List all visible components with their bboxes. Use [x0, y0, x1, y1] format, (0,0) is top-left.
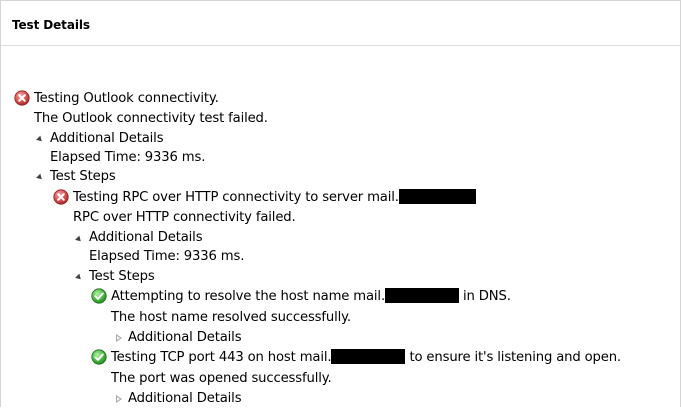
collapsed-triangle-icon[interactable]	[116, 334, 122, 342]
root-elapsed-time: Elapsed Time: 9336 ms.	[50, 150, 206, 165]
redacted-server-name	[398, 189, 476, 204]
dns-additional-details[interactable]: Additional Details	[128, 328, 242, 348]
tcp-step-title: Testing TCP port 443 on host mail. to en…	[111, 348, 621, 368]
panel-title: Test Details	[12, 18, 90, 32]
dns-title-suffix: in DNS.	[459, 289, 511, 304]
expanded-triangle-icon[interactable]	[75, 235, 83, 244]
rpc-test-steps[interactable]: Test Steps	[89, 267, 155, 287]
dns-step-title: Attempting to resolve the host name mail…	[111, 287, 511, 307]
root-test-steps[interactable]: Test Steps	[50, 167, 116, 187]
dns-title-prefix: Attempting to resolve the host name mail…	[111, 289, 385, 304]
expanded-triangle-icon[interactable]	[75, 273, 83, 282]
dns-step-message: The host name resolved successfully.	[111, 310, 351, 325]
root-test-message: The Outlook connectivity test failed.	[34, 111, 268, 126]
success-check-icon	[91, 288, 107, 304]
collapsed-triangle-icon[interactable]	[116, 395, 122, 403]
error-x-icon	[14, 90, 30, 106]
rpc-title-text: Testing RPC over HTTP connectivity to se…	[73, 190, 399, 205]
tcp-additional-details[interactable]: Additional Details	[128, 389, 242, 407]
tcp-title-suffix: to ensure it's listening and open.	[405, 350, 621, 365]
rpc-test-message: RPC over HTTP connectivity failed.	[73, 210, 296, 225]
panel-header: Test Details	[1, 1, 680, 46]
redacted-host-name	[331, 349, 406, 364]
expanded-triangle-icon[interactable]	[36, 135, 44, 144]
success-check-icon	[91, 349, 107, 365]
tcp-step-message: The port was opened successfully.	[111, 371, 332, 386]
root-test-title: Testing Outlook connectivity.	[34, 91, 219, 106]
rpc-elapsed-time: Elapsed Time: 9336 ms.	[89, 249, 245, 264]
tcp-title-prefix: Testing TCP port 443 on host mail.	[111, 350, 332, 365]
test-details-panel: Test Details Testing Outlook connectivit…	[0, 0, 681, 407]
rpc-test-title: Testing RPC over HTTP connectivity to se…	[73, 188, 476, 208]
root-additional-details[interactable]: Additional Details	[50, 129, 164, 149]
redacted-host-name	[385, 288, 459, 303]
error-x-icon	[53, 189, 69, 205]
rpc-additional-details[interactable]: Additional Details	[89, 228, 203, 248]
expanded-triangle-icon[interactable]	[36, 173, 44, 182]
